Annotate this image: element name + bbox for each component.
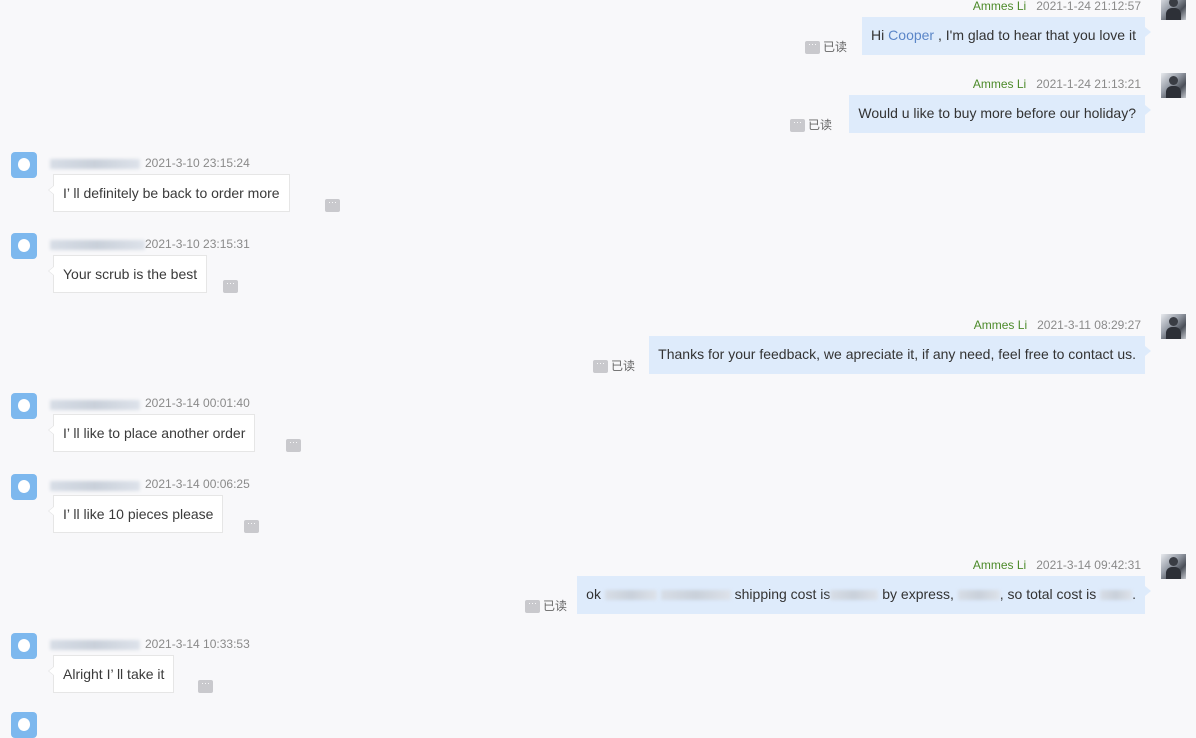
more-icon[interactable]: ··· <box>244 519 259 533</box>
message-time: 2021-3-10 23:15:24 <box>145 156 250 170</box>
message-time: 2021-3-11 08:29:27 <box>1037 318 1141 332</box>
read-receipt: ··· 已读 <box>593 357 635 374</box>
read-receipt: ··· 已读 <box>525 597 567 614</box>
my-avatar[interactable] <box>1161 554 1186 579</box>
message-bubble[interactable]: Would u like to buy more before our holi… <box>849 95 1151 133</box>
message-text: Thanks for your feedback, we apreciate i… <box>658 346 1136 362</box>
more-icon[interactable]: ··· <box>790 118 805 133</box>
more-icon[interactable]: ··· <box>286 438 301 452</box>
message-meta: 2021-3-14 00:01:40 <box>145 396 250 410</box>
message-meta: 2021-3-14 00:06:25 <box>145 477 250 491</box>
message-meta: Ammes Li 2021-3-14 09:42:31 <box>973 558 1141 572</box>
message-meta: 2021-3-14 10:33:53 <box>145 637 250 651</box>
redacted-sender-name <box>50 640 140 650</box>
message-time: 2021-1-24 21:13:21 <box>1036 77 1141 91</box>
message-time: 2021-3-14 10:33:53 <box>145 637 250 651</box>
message-meta: Ammes Li 2021-3-11 08:29:27 <box>974 318 1141 332</box>
message-text-part: shipping cost is <box>734 586 831 602</box>
redacted-text <box>604 590 657 601</box>
message-bubble[interactable]: Hi Cooper , I'm glad to hear that you lo… <box>862 17 1151 55</box>
message-meta: 2021-3-10 23:15:31 <box>145 237 250 251</box>
customer-name-highlight[interactable]: Cooper <box>888 27 934 43</box>
more-icon[interactable]: ··· <box>525 599 540 614</box>
my-avatar[interactable] <box>1161 0 1186 20</box>
message-text-part: , so total cost is <box>999 586 1097 602</box>
more-icon[interactable]: ··· <box>805 40 820 55</box>
message-bubble[interactable]: Your scrub is the best <box>47 255 208 293</box>
message-bubble[interactable]: ok shipping cost is by express, , so tot… <box>577 576 1151 614</box>
sender-name: Ammes Li <box>972 558 1027 572</box>
customer-avatar[interactable] <box>11 393 37 419</box>
customer-avatar[interactable] <box>11 233 37 259</box>
message-meta: Ammes Li 2021-1-24 21:12:57 <box>973 0 1141 13</box>
more-icon[interactable]: ··· <box>325 198 340 212</box>
message-bubble[interactable]: I’ ll like 10 pieces please <box>47 495 224 533</box>
read-label: 已读 <box>823 40 848 54</box>
customer-avatar[interactable] <box>11 152 37 178</box>
message-text: Your scrub is the best <box>63 266 198 282</box>
sender-name: Ammes Li <box>972 77 1027 91</box>
message-time: 2021-1-24 21:12:57 <box>1036 0 1141 13</box>
message-text: Alright I’ ll take it <box>63 666 165 682</box>
read-receipt: ··· 已读 <box>790 116 832 133</box>
message-text-part: . <box>1132 586 1136 602</box>
message-bubble[interactable]: I’ ll like to place another order <box>47 414 256 452</box>
read-label: 已读 <box>611 359 636 373</box>
message-time: 2021-3-14 00:01:40 <box>145 396 250 410</box>
message-text-part: by express, <box>882 586 954 602</box>
message-text: Hi <box>871 27 889 43</box>
message-bubble[interactable]: Thanks for your feedback, we apreciate i… <box>649 336 1151 374</box>
customer-avatar[interactable] <box>11 474 37 500</box>
message-text: I’ ll like 10 pieces please <box>63 506 214 522</box>
sender-name: Ammes Li <box>972 0 1027 13</box>
read-label: 已读 <box>808 118 833 132</box>
customer-avatar[interactable] <box>11 633 37 659</box>
redacted-text <box>1100 590 1133 601</box>
message-time: 2021-3-14 00:06:25 <box>145 477 250 491</box>
redacted-sender-name <box>50 159 140 169</box>
read-label: 已读 <box>543 599 568 613</box>
message-text: Would u like to buy more before our holi… <box>858 105 1136 121</box>
message-meta: 2021-3-10 23:15:24 <box>145 156 250 170</box>
my-avatar[interactable] <box>1161 73 1186 98</box>
message-text: I’ ll like to place another order <box>63 425 246 441</box>
message-text-rest: , I'm glad to hear that you love it <box>934 27 1136 43</box>
message-bubble[interactable]: I’ ll definitely be back to order more <box>48 174 290 212</box>
read-receipt: ··· 已读 <box>805 38 847 55</box>
more-icon[interactable]: ··· <box>198 679 213 693</box>
message-meta: Ammes Li 2021-1-24 21:13:21 <box>973 77 1141 91</box>
sender-name: Ammes Li <box>973 318 1028 332</box>
more-icon[interactable]: ··· <box>223 279 238 293</box>
message-bubble[interactable]: Alright I’ ll take it <box>47 655 175 693</box>
message-text: I’ ll definitely be back to order more <box>63 185 280 201</box>
more-icon[interactable]: ··· <box>593 359 608 374</box>
redacted-text <box>660 590 731 601</box>
redacted-sender-name <box>50 400 140 410</box>
message-text-part: ok <box>586 586 601 602</box>
redacted-text <box>830 590 879 601</box>
redacted-sender-name <box>50 240 145 250</box>
my-avatar[interactable] <box>1161 314 1186 339</box>
redacted-text <box>957 590 1000 601</box>
redacted-sender-name <box>50 481 140 491</box>
message-time: 2021-3-14 09:42:31 <box>1036 558 1141 572</box>
message-time: 2021-3-10 23:15:31 <box>145 237 250 251</box>
